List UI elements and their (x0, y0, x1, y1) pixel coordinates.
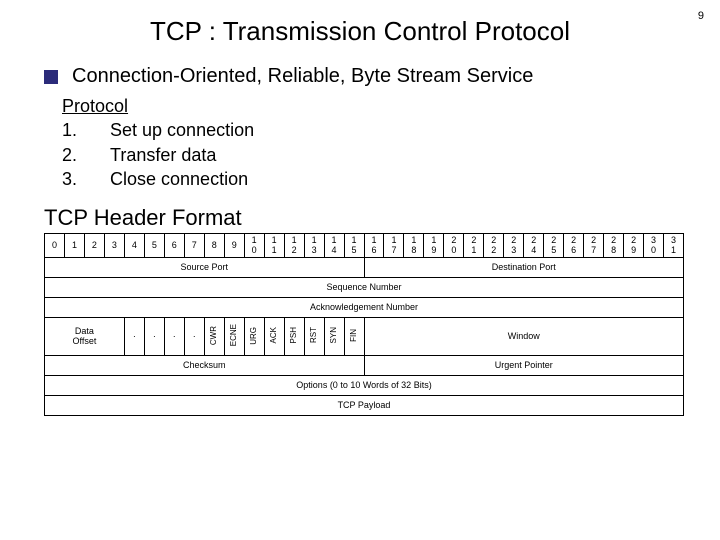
bullet-text: Connection-Oriented, Reliable, Byte Stre… (72, 65, 533, 88)
bit-cell: 2 (84, 234, 104, 258)
dest-port-field: Destination Port (364, 258, 684, 278)
bit-cell: 28 (604, 234, 624, 258)
bit-cell: 7 (184, 234, 204, 258)
bit-cell: 11 (264, 234, 284, 258)
bit-cell: 31 (664, 234, 684, 258)
flag-rst: RST (304, 318, 324, 356)
bit-cell: 24 (524, 234, 544, 258)
data-offset-field: DataOffset (45, 318, 125, 356)
bit-cell: 30 (644, 234, 664, 258)
flag-fin: FIN (344, 318, 364, 356)
bit-cell: 27 (584, 234, 604, 258)
urgent-pointer-field: Urgent Pointer (364, 356, 684, 376)
bit-cell: 8 (204, 234, 224, 258)
step-number: 3. (62, 167, 86, 191)
step-text: Transfer data (110, 143, 216, 167)
bit-cell: 3 (104, 234, 124, 258)
flag-ecne: ECNE (224, 318, 244, 356)
header-format-title: TCP Header Format (44, 205, 694, 231)
reserved-bit: · (124, 318, 144, 356)
protocol-heading: Protocol (62, 94, 694, 118)
flag-cwr: CWR (204, 318, 224, 356)
bit-cell: 10 (244, 234, 264, 258)
sequence-field: Sequence Number (45, 278, 684, 298)
ack-field: Acknowledgement Number (45, 298, 684, 318)
reserved-bit: · (164, 318, 184, 356)
window-field: Window (364, 318, 684, 356)
step-number: 1. (62, 118, 86, 142)
reserved-bit: · (184, 318, 204, 356)
bullet-item: Connection-Oriented, Reliable, Byte Stre… (44, 65, 694, 88)
flag-syn: SYN (324, 318, 344, 356)
tcp-header-table: 0 1 2 3 4 5 6 7 8 9 10 11 12 13 14 15 16… (44, 233, 684, 416)
bit-cell: 12 (284, 234, 304, 258)
bit-cell: 18 (404, 234, 424, 258)
bit-cell: 0 (45, 234, 65, 258)
slide-title: TCP : Transmission Control Protocol (26, 16, 694, 47)
reserved-bit: · (144, 318, 164, 356)
source-port-field: Source Port (45, 258, 365, 278)
options-row: Options (0 to 10 Words of 32 Bits) (45, 376, 684, 396)
step-number: 2. (62, 143, 86, 167)
protocol-step: 1. Set up connection (62, 118, 694, 142)
protocol-step: 2. Transfer data (62, 143, 694, 167)
payload-row: TCP Payload (45, 396, 684, 416)
bit-ruler-row: 0 1 2 3 4 5 6 7 8 9 10 11 12 13 14 15 16… (45, 234, 684, 258)
step-text: Close connection (110, 167, 248, 191)
flags-row: DataOffset · · · · CWR ECNE URG ACK PSH … (45, 318, 684, 356)
page-number: 9 (698, 10, 704, 22)
payload-field: TCP Payload (45, 396, 684, 416)
checksum-field: Checksum (45, 356, 365, 376)
checksum-row: Checksum Urgent Pointer (45, 356, 684, 376)
protocol-steps: Protocol 1. Set up connection 2. Transfe… (62, 94, 694, 191)
flag-urg: URG (244, 318, 264, 356)
bit-cell: 14 (324, 234, 344, 258)
bit-cell: 15 (344, 234, 364, 258)
bit-cell: 29 (624, 234, 644, 258)
ports-row: Source Port Destination Port (45, 258, 684, 278)
bit-cell: 16 (364, 234, 384, 258)
flag-ack: ACK (264, 318, 284, 356)
bit-cell: 13 (304, 234, 324, 258)
sequence-row: Sequence Number (45, 278, 684, 298)
bit-cell: 9 (224, 234, 244, 258)
bit-cell: 17 (384, 234, 404, 258)
square-bullet-icon (44, 70, 58, 84)
bit-cell: 1 (64, 234, 84, 258)
options-field: Options (0 to 10 Words of 32 Bits) (45, 376, 684, 396)
bit-cell: 6 (164, 234, 184, 258)
bit-cell: 5 (144, 234, 164, 258)
bit-cell: 4 (124, 234, 144, 258)
flag-psh: PSH (284, 318, 304, 356)
bit-cell: 23 (504, 234, 524, 258)
bit-cell: 19 (424, 234, 444, 258)
bit-cell: 21 (464, 234, 484, 258)
step-text: Set up connection (110, 118, 254, 142)
bit-cell: 25 (544, 234, 564, 258)
ack-row: Acknowledgement Number (45, 298, 684, 318)
bit-cell: 20 (444, 234, 464, 258)
protocol-step: 3. Close connection (62, 167, 694, 191)
bit-cell: 22 (484, 234, 504, 258)
bit-cell: 26 (564, 234, 584, 258)
